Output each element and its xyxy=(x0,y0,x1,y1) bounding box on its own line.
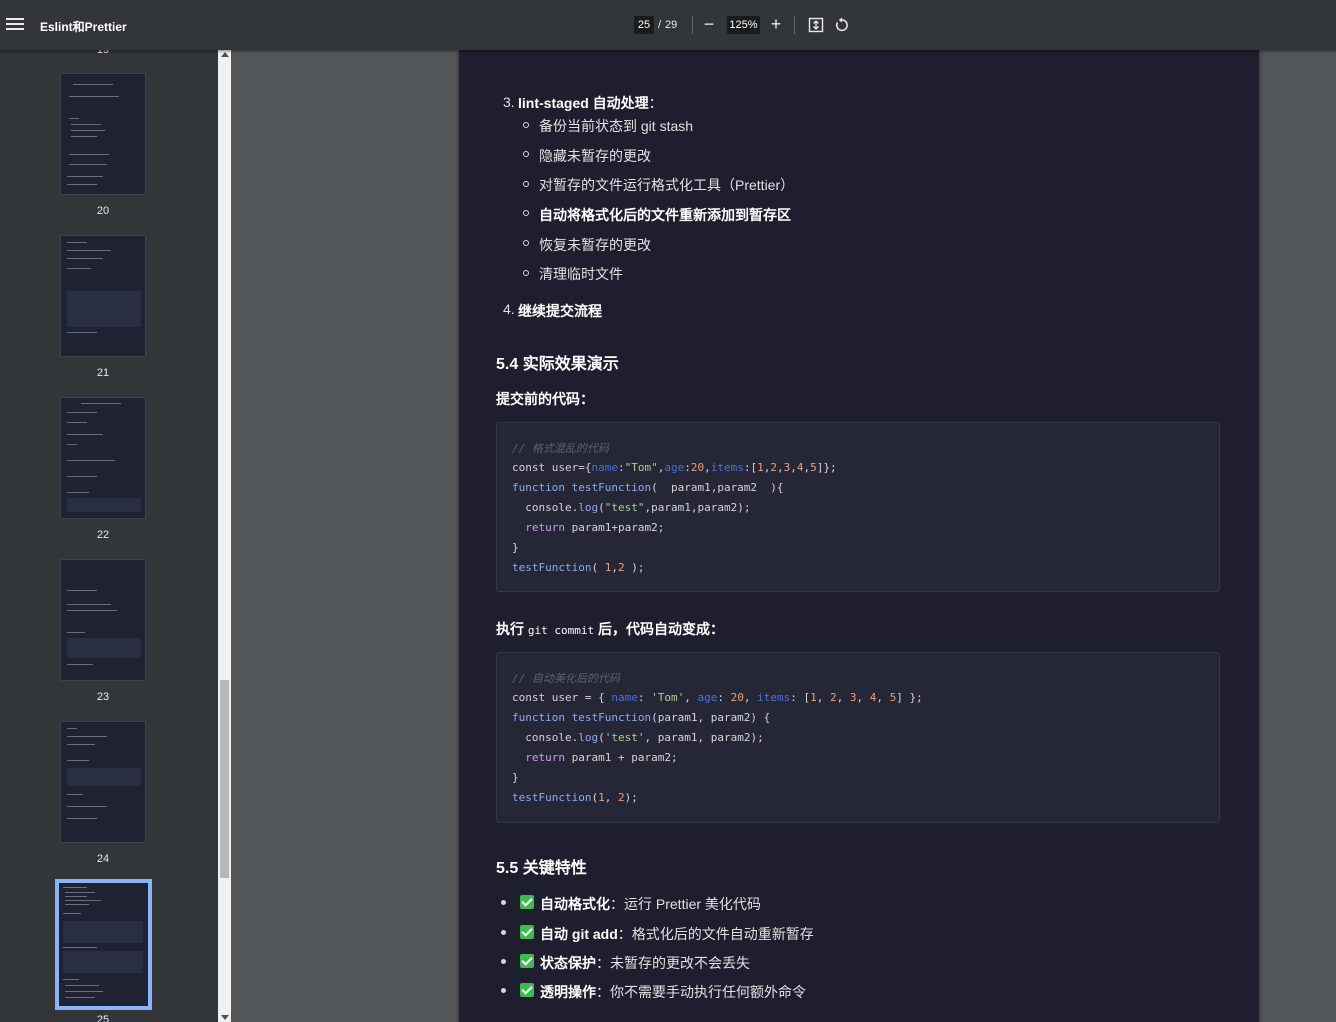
sidebar-scrollbar[interactable] xyxy=(218,50,231,1022)
feature-item: 透明操作：你不需要手动执行任何额外命令 xyxy=(540,982,806,1002)
before-code-label: 提交前的代码： xyxy=(496,391,594,407)
check-icon xyxy=(520,954,534,968)
thumbnail-label: 19 xyxy=(96,50,110,56)
feature-desc: ：格式化后的文件自动重新暂存 xyxy=(617,926,814,942)
feature-desc: ：你不需要手动执行任何额外命令 xyxy=(596,984,806,1000)
thumbnail-label: 23 xyxy=(96,691,110,703)
bullet-icon xyxy=(523,181,529,187)
check-icon xyxy=(520,925,534,939)
menu-icon[interactable] xyxy=(6,15,24,33)
step4-title: 继续提交流程 xyxy=(518,303,602,319)
zoom-in-button[interactable]: + xyxy=(768,14,784,34)
code-line: const user={name:"Tom",age:20,items:[1,2… xyxy=(512,461,837,474)
code-block-after: // 自动美化后的代码 const user = { name: 'Tom', … xyxy=(496,652,1220,823)
code-block-before: // 格式混乱的代码 const user={name:"Tom",age:20… xyxy=(496,422,1220,592)
toolbar: Eslint和Prettier 25 / 29 − 125% + xyxy=(0,0,1336,50)
thumbnail-label: 22 xyxy=(96,529,110,541)
scroll-up-arrow-icon[interactable] xyxy=(221,52,229,57)
code-comment: // 自动美化后的代码 xyxy=(512,672,620,685)
thumbnail-label: 24 xyxy=(96,853,110,865)
toolbar-divider xyxy=(692,16,693,34)
page-separator: / xyxy=(658,19,662,31)
bullet-icon xyxy=(501,900,506,905)
after-label-code: git commit xyxy=(527,624,595,637)
thumbnail-page-20[interactable] xyxy=(60,73,146,195)
list-number: 4. xyxy=(503,301,515,317)
thumbnail-page-22[interactable] xyxy=(60,397,146,519)
feature-name: 自动 git add xyxy=(540,926,618,942)
check-icon xyxy=(520,895,534,909)
feature-item: 状态保护：未暂存的更改不会丢失 xyxy=(540,953,750,973)
after-label-suffix: 后，代码自动变成： xyxy=(598,621,725,637)
thumbnail-label: 21 xyxy=(96,367,110,379)
feature-name: 自动格式化 xyxy=(540,896,610,912)
bullet-icon xyxy=(523,210,529,216)
check-icon xyxy=(520,983,534,997)
fit-page-icon[interactable] xyxy=(808,17,824,33)
feature-name: 透明操作 xyxy=(540,984,596,1000)
document-title: Eslint和Prettier xyxy=(40,20,127,34)
feature-item: 自动格式化：运行 Prettier 美化代码 xyxy=(540,894,761,914)
zoom-out-button[interactable]: − xyxy=(701,14,717,34)
list-item: 清理临时文件 xyxy=(539,266,623,282)
thumbnail-page-21[interactable] xyxy=(60,235,146,357)
bullet-icon xyxy=(523,270,529,276)
thumbnail-sidebar: 19 20 21 22 23 24 25 xyxy=(0,50,218,1022)
step3-title-text: lint-staged 自动处理 xyxy=(518,95,649,111)
thumbnail-page-23[interactable] xyxy=(60,559,146,681)
code-line: } xyxy=(512,541,519,554)
code-line: function testFunction(param1, param2) { xyxy=(512,711,771,724)
bullet-icon xyxy=(523,122,529,128)
scrollbar-thumb[interactable] xyxy=(220,680,229,878)
bullet-icon xyxy=(501,959,506,964)
section-heading-5-5: 5.5 关键特性 xyxy=(496,860,587,877)
thumbnail-page-24[interactable] xyxy=(60,721,146,843)
list-item: 备份当前状态到 git stash xyxy=(539,118,694,134)
code-line: return param1 + param2; xyxy=(525,751,678,764)
feature-item: 自动 git add：格式化后的文件自动重新暂存 xyxy=(540,924,814,944)
list-item: 隐藏未暂存的更改 xyxy=(539,148,651,164)
code-line: console.log("test",param1,param2); xyxy=(512,501,751,514)
code-line: function testFunction( param1,param2 ){ xyxy=(512,481,784,494)
bullet-icon xyxy=(523,240,529,246)
after-label-prefix: 执行 xyxy=(496,621,524,637)
code-line: testFunction( 1,2 ); xyxy=(512,561,645,574)
code-line: return param1+param2; xyxy=(525,521,665,534)
thumbnail-page-25[interactable] xyxy=(55,879,152,1010)
code-line: } xyxy=(512,771,519,784)
step3-colon: ： xyxy=(648,95,663,111)
bullet-icon xyxy=(523,151,529,157)
thumbnail-label: 25 xyxy=(96,1014,110,1022)
toolbar-divider xyxy=(794,16,795,34)
code-comment: // 格式混乱的代码 xyxy=(512,442,609,455)
list-item: 恢复未暂存的更改 xyxy=(539,237,651,253)
page-total: 29 xyxy=(665,19,678,31)
feature-desc: ：运行 Prettier 美化代码 xyxy=(610,896,761,912)
zoom-input[interactable]: 125% xyxy=(727,16,760,34)
feature-desc: ：未暂存的更改不会丢失 xyxy=(596,955,750,971)
section-heading-5-4: 5.4 实际效果演示 xyxy=(496,356,619,373)
document-viewer: 3. lint-staged 自动处理： 备份当前状态到 git stash 隐… xyxy=(231,50,1336,1022)
list-item: 对暂存的文件运行格式化工具（Prettier） xyxy=(539,177,795,193)
code-line: console.log('test', param1, param2); xyxy=(512,731,764,744)
pdf-page: 3. lint-staged 自动处理： 备份当前状态到 git stash 隐… xyxy=(459,50,1259,1022)
bullet-icon xyxy=(501,930,506,935)
thumbnail-label: 20 xyxy=(96,205,110,217)
code-line: testFunction(1, 2); xyxy=(512,791,638,804)
bullet-icon xyxy=(501,988,506,993)
rotate-icon[interactable] xyxy=(834,17,850,33)
feature-name: 状态保护 xyxy=(540,955,596,971)
list-item: 自动将格式化后的文件重新添加到暂存区 xyxy=(539,207,791,223)
list-number: 3. xyxy=(503,94,515,110)
scroll-down-arrow-icon[interactable] xyxy=(221,1015,229,1020)
after-code-label: 执行 git commit 后，代码自动变成： xyxy=(496,619,724,639)
page-number-input[interactable]: 25 xyxy=(634,16,654,34)
code-line: const user = { name: 'Tom', age: 20, ite… xyxy=(512,691,923,704)
step3-title: lint-staged 自动处理： xyxy=(518,93,663,113)
